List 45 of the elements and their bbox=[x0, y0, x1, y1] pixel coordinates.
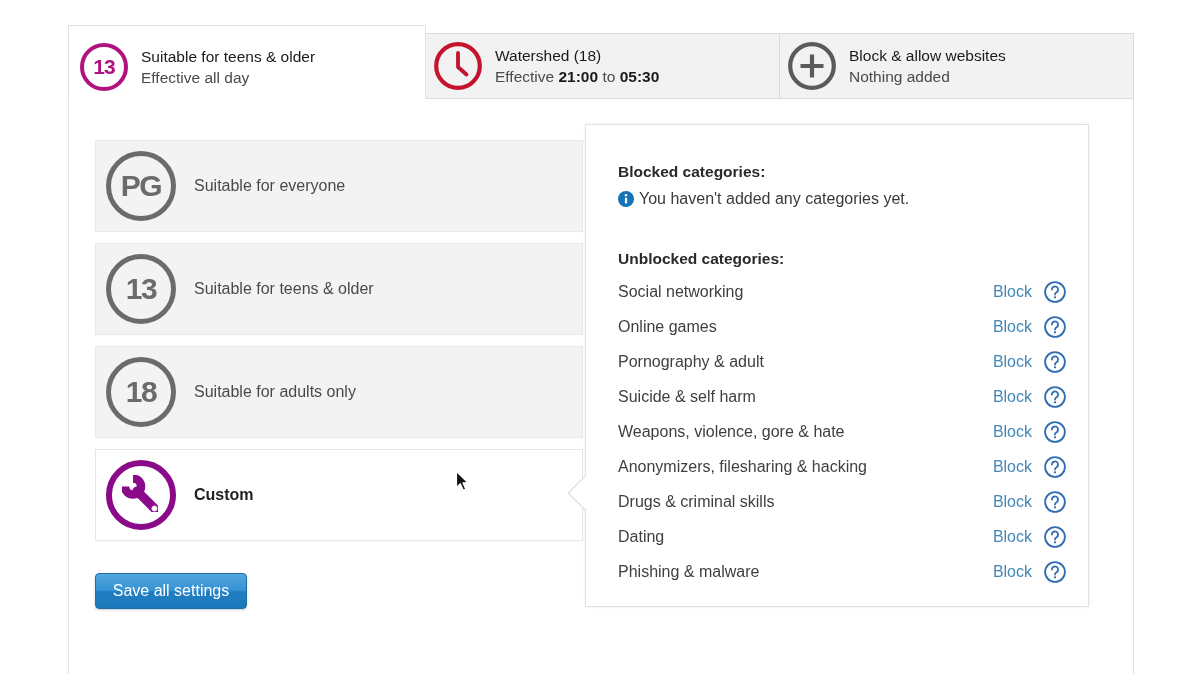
block-link[interactable]: Block bbox=[992, 562, 1032, 581]
category-name: Weapons, violence, gore & hate bbox=[618, 422, 846, 441]
category-name: Drugs & criminal skills bbox=[618, 492, 776, 511]
rating-option[interactable]: 18 Suitable for adults only bbox=[95, 346, 583, 438]
category-name: Dating bbox=[618, 527, 666, 546]
category-name: Online games bbox=[618, 317, 718, 336]
help-icon[interactable] bbox=[1044, 315, 1066, 338]
rating-badge: 13 bbox=[106, 254, 176, 324]
category-name: Phishing & malware bbox=[618, 562, 761, 581]
help-icon[interactable] bbox=[1044, 280, 1066, 303]
block-link[interactable]: Block bbox=[992, 317, 1032, 336]
rating-option[interactable]: Custom bbox=[95, 449, 583, 541]
category-name: Anonymizers, filesharing & hacking bbox=[618, 457, 868, 476]
block-link[interactable]: Block bbox=[992, 387, 1032, 406]
blocked-categories-heading: Blocked categories: bbox=[618, 162, 766, 182]
empty-message: You haven't added any categories yet. bbox=[639, 189, 910, 209]
rating-badge: 13 bbox=[80, 42, 128, 91]
rating-badge: PG bbox=[106, 151, 176, 221]
rating-badge: 18 bbox=[106, 357, 176, 427]
help-icon[interactable] bbox=[1044, 420, 1066, 443]
filter-tab[interactable]: 13 Suitable for teens & older Effective all day bbox=[68, 25, 426, 99]
help-icon[interactable] bbox=[1044, 455, 1066, 478]
block-link[interactable]: Block bbox=[992, 282, 1032, 301]
block-link[interactable]: Block bbox=[992, 457, 1032, 476]
filter-tab[interactable]: Watershed (18) Effective 21:00 to 05:30 bbox=[426, 33, 780, 99]
save-all-settings-button[interactable]: Save all settings bbox=[95, 573, 247, 609]
filter-tab[interactable]: Block & allow websites Nothing added bbox=[780, 33, 1134, 99]
block-link[interactable]: Block bbox=[992, 492, 1032, 511]
help-icon[interactable] bbox=[1044, 490, 1066, 513]
rating-option[interactable]: PG Suitable for everyone bbox=[95, 140, 583, 232]
rating-option[interactable]: 13 Suitable for teens & older bbox=[95, 243, 583, 335]
help-icon[interactable] bbox=[1044, 350, 1066, 373]
mouse-pointer-icon bbox=[455, 470, 469, 492]
wrench-icon bbox=[106, 460, 176, 530]
info-icon bbox=[618, 191, 634, 207]
help-icon[interactable] bbox=[1044, 560, 1066, 583]
category-name: Pornography & adult bbox=[618, 352, 765, 371]
block-link[interactable]: Block bbox=[992, 527, 1032, 546]
unblocked-categories-heading: Unblocked categories: bbox=[618, 249, 785, 269]
category-name: Suicide & self harm bbox=[618, 387, 757, 406]
block-link[interactable]: Block bbox=[992, 422, 1032, 441]
help-icon[interactable] bbox=[1044, 525, 1066, 548]
help-icon[interactable] bbox=[1044, 385, 1066, 408]
block-link[interactable]: Block bbox=[992, 352, 1032, 371]
category-name: Social networking bbox=[618, 282, 745, 301]
